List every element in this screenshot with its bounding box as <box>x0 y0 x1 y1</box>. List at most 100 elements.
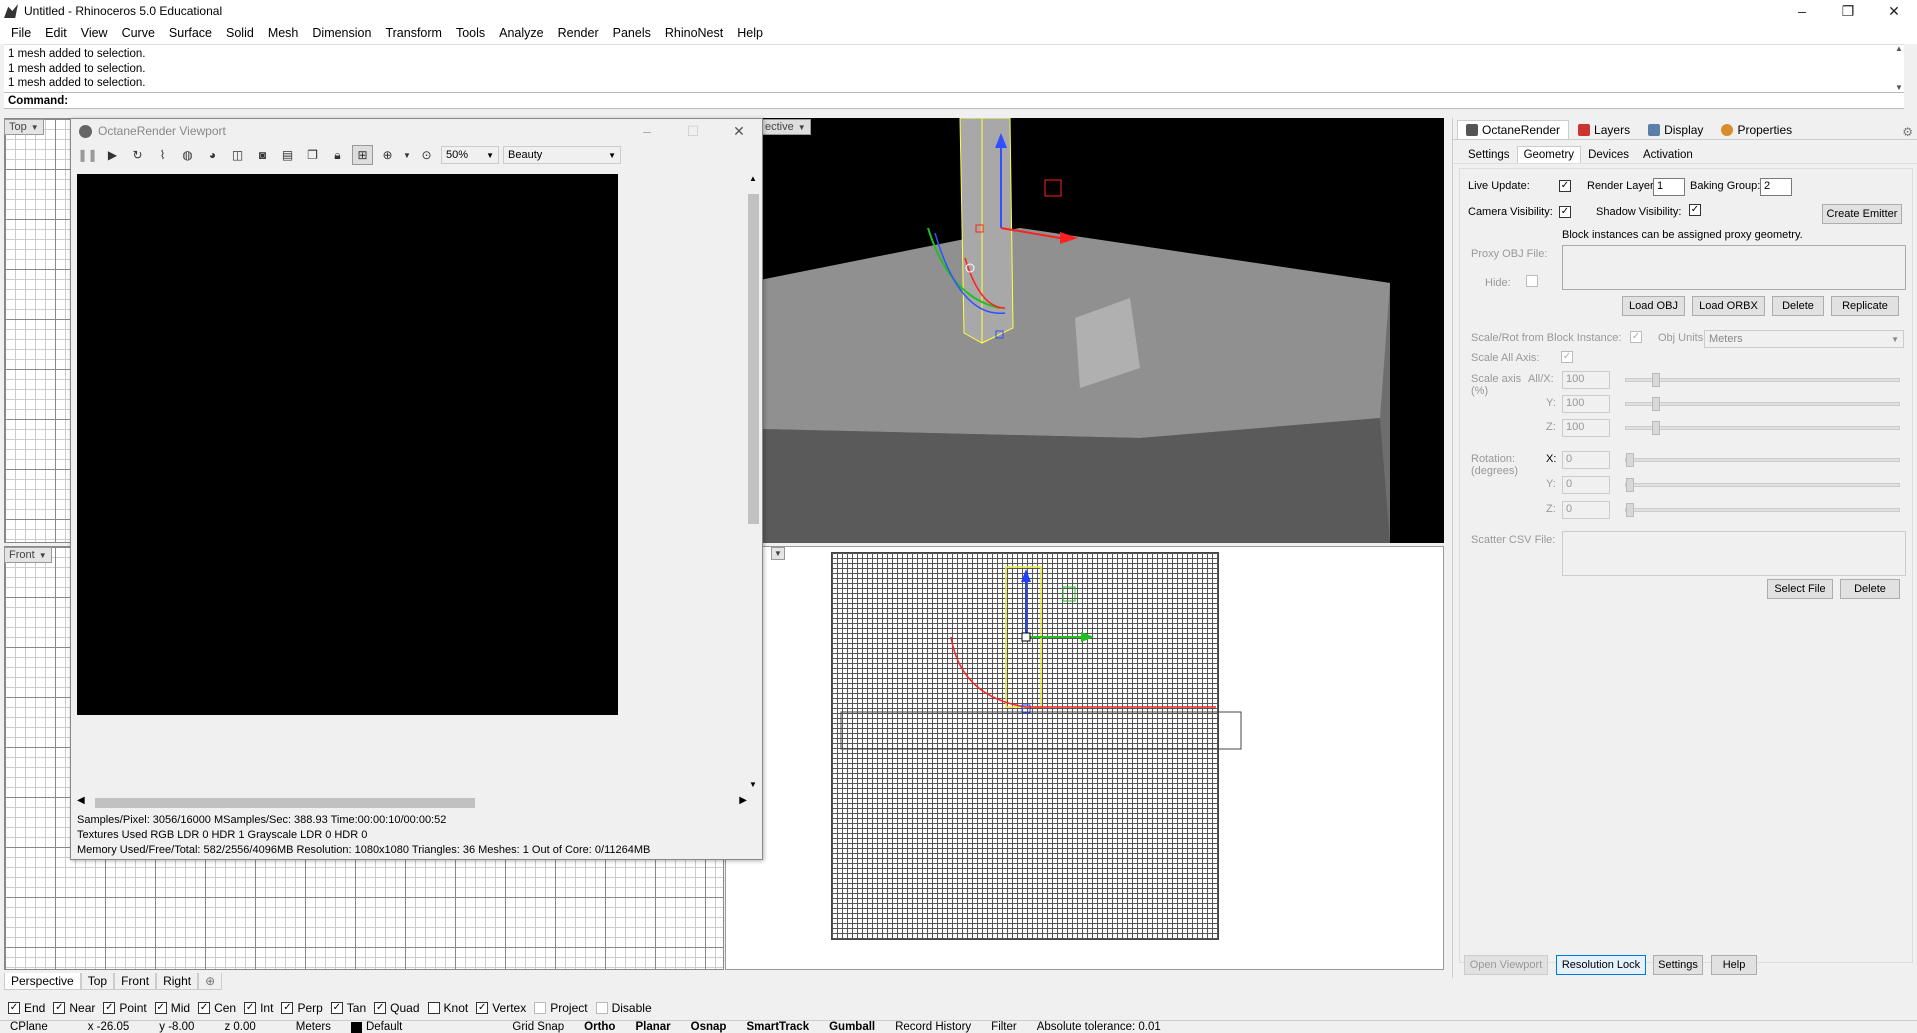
shadow-visibility-checkbox[interactable]: ✓ <box>1689 204 1701 216</box>
front-viewport-label[interactable]: Front ▼ <box>4 547 52 563</box>
subtab-geometry[interactable]: Geometry <box>1516 146 1582 163</box>
osnap-knot[interactable]: Knot <box>427 1001 468 1015</box>
rotation-x-input[interactable]: 0 <box>1562 451 1610 469</box>
scroll-right-icon[interactable]: ▶ <box>739 795 747 806</box>
osnap-int[interactable]: ✓ Int <box>244 1001 273 1015</box>
osnap-disable[interactable]: Disable <box>595 1001 652 1015</box>
osnap-toggle[interactable]: Osnap <box>681 1021 737 1033</box>
save-image-icon[interactable]: ▤ <box>277 145 298 165</box>
menu-view[interactable]: View <box>74 22 115 44</box>
osnap-checkbox[interactable]: ✓ <box>198 1002 211 1014</box>
menu-tools[interactable]: Tools <box>449 22 492 44</box>
scroll-down-icon[interactable]: ▼ <box>1895 83 1909 92</box>
scroll-up-icon[interactable]: ▲ <box>749 174 757 183</box>
play-icon[interactable]: ▶ <box>102 145 123 165</box>
record-history-toggle[interactable]: Record History <box>885 1021 981 1033</box>
smarttrack-toggle[interactable]: SmartTrack <box>736 1021 819 1033</box>
tab-perspective[interactable]: Perspective <box>4 972 81 990</box>
tab-layers[interactable]: Layers <box>1569 120 1639 139</box>
osnap-tan[interactable]: ✓ Tan <box>330 1001 366 1015</box>
scale-z-slider[interactable] <box>1625 426 1900 430</box>
rotation-z-slider[interactable] <box>1625 508 1900 512</box>
scale-x-slider-thumb[interactable] <box>1652 373 1660 387</box>
scroll-up-icon[interactable]: ▲ <box>1895 44 1909 53</box>
menu-mesh[interactable]: Mesh <box>261 22 306 44</box>
top-viewport-label[interactable]: Top ▼ <box>4 119 44 135</box>
osnap-checkbox[interactable]: ✓ <box>281 1002 294 1014</box>
menu-render[interactable]: Render <box>551 22 606 44</box>
zoom-select[interactable]: 50% ▼ <box>441 146 499 164</box>
render-output[interactable] <box>77 174 618 715</box>
rotation-y-input[interactable]: 0 <box>1562 476 1610 494</box>
perspective-viewport-label[interactable]: ective ▼ <box>760 119 811 135</box>
command-history[interactable]: 1 mesh added to selection. 1 mesh added … <box>4 44 1904 92</box>
filter-toggle[interactable]: Filter <box>981 1021 1027 1033</box>
render-mode-select[interactable]: Beauty ▼ <box>503 146 621 164</box>
scroll-down-icon[interactable]: ▼ <box>749 780 757 789</box>
osnap-quad[interactable]: ✓ Quad <box>374 1001 420 1015</box>
scale-all-axis-checkbox[interactable]: ✓ <box>1561 351 1573 363</box>
menu-rhinonest[interactable]: RhinoNest <box>658 22 730 44</box>
osnap-checkbox[interactable]: ✓ <box>330 1002 343 1014</box>
subtab-settings[interactable]: Settings <box>1461 146 1517 163</box>
panel-settings-button[interactable]: Settings <box>1653 955 1703 975</box>
hide-checkbox[interactable] <box>1526 275 1538 287</box>
osnap-cen[interactable]: ✓ Cen <box>198 1001 236 1015</box>
resolution-lock-button[interactable]: Resolution Lock <box>1556 955 1646 975</box>
delete-proxy-button[interactable]: Delete <box>1772 296 1824 316</box>
osnap-checkbox[interactable]: ✓ <box>103 1002 116 1014</box>
baking-group-input[interactable]: 2 <box>1760 178 1792 196</box>
osnap-point[interactable]: ✓ Point <box>103 1001 147 1015</box>
chevron-down-icon[interactable]: ▼ <box>774 549 782 558</box>
rotation-y-slider[interactable] <box>1625 483 1900 487</box>
delete-scatter-button[interactable]: Delete <box>1840 579 1900 599</box>
rotation-y-slider-thumb[interactable] <box>1626 478 1634 492</box>
layer-indicator[interactable]: Default <box>341 1021 412 1033</box>
menu-curve[interactable]: Curve <box>115 22 162 44</box>
panel-help-button[interactable]: Help <box>1711 955 1757 975</box>
osnap-checkbox[interactable]: ✓ <box>244 1002 257 1014</box>
octane-close-button[interactable]: ✕ <box>716 120 762 142</box>
menu-dimension[interactable]: Dimension <box>305 22 378 44</box>
tab-octanerender[interactable]: OctaneRender <box>1457 120 1570 139</box>
planar-toggle[interactable]: Planar <box>625 1021 680 1033</box>
tab-display[interactable]: Display <box>1639 120 1712 139</box>
grid-snap-toggle[interactable]: Grid Snap <box>412 1021 574 1033</box>
menu-transform[interactable]: Transform <box>378 22 449 44</box>
rotation-z-input[interactable]: 0 <box>1562 501 1610 519</box>
ortho-toggle[interactable]: Ortho <box>574 1021 625 1033</box>
osnap-checkbox[interactable] <box>595 1002 608 1014</box>
lock-icon[interactable]: 🔒︎ <box>327 145 348 165</box>
subtab-activation[interactable]: Activation <box>1636 146 1700 163</box>
octane-maximize-button[interactable]: ☐ <box>670 120 716 142</box>
octane-horizontal-scrollbar[interactable]: ◀ ▶ <box>77 795 747 810</box>
layout-icon[interactable]: ⊞ <box>352 145 373 165</box>
osnap-near[interactable]: ✓ Near <box>53 1001 95 1015</box>
osnap-checkbox[interactable]: ✓ <box>476 1002 489 1014</box>
osnap-checkbox[interactable]: ✓ <box>53 1002 66 1014</box>
create-emitter-button[interactable]: Create Emitter <box>1822 204 1902 224</box>
perspective-viewport[interactable]: x y z <box>720 118 1444 543</box>
chevron-down-icon[interactable]: ▼ <box>798 123 806 132</box>
scatter-csv-path[interactable] <box>1562 531 1906 576</box>
scale-z-input[interactable]: 100 <box>1562 419 1610 437</box>
cplane-label[interactable]: CPlane <box>0 1021 58 1033</box>
obj-units-select[interactable]: Meters ▼ <box>1704 330 1904 348</box>
chevron-down-icon[interactable]: ▼ <box>402 145 412 165</box>
front-viewport-right[interactable] <box>725 546 1444 970</box>
tab-top[interactable]: Top <box>80 972 115 990</box>
subtab-devices[interactable]: Devices <box>1581 146 1636 163</box>
scale-x-input[interactable]: 100 <box>1562 371 1610 389</box>
menu-edit[interactable]: Edit <box>38 22 74 44</box>
osnap-perp[interactable]: ✓ Perp <box>281 1001 323 1015</box>
osnap-mid[interactable]: ✓ Mid <box>154 1001 190 1015</box>
osnap-checkbox[interactable]: ✓ <box>374 1002 387 1014</box>
osnap-checkbox[interactable] <box>534 1002 547 1014</box>
scroll-left-icon[interactable]: ◀ <box>77 795 85 806</box>
zoom-fit-icon[interactable]: ⊙ <box>416 145 437 165</box>
gumball-toggle[interactable]: Gumball <box>819 1021 885 1033</box>
osnap-checkbox[interactable]: ✓ <box>154 1002 167 1014</box>
rotation-z-slider-thumb[interactable] <box>1626 503 1634 517</box>
proxy-obj-path[interactable] <box>1562 245 1906 290</box>
load-obj-button[interactable]: Load OBJ <box>1622 296 1685 316</box>
